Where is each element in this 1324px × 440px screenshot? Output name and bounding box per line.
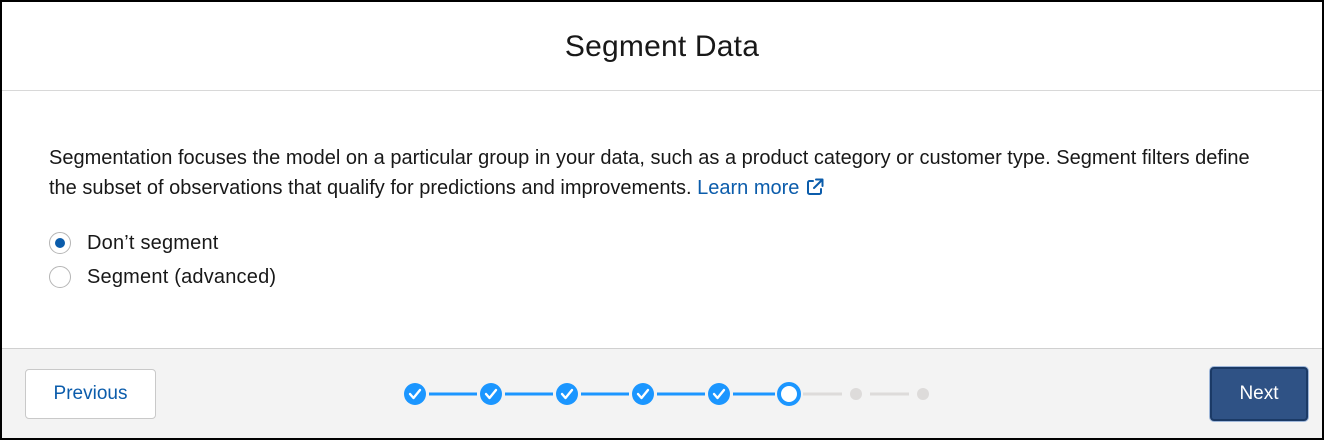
previous-button[interactable]: Previous: [25, 369, 156, 419]
progress-step-complete-icon: [708, 383, 730, 405]
learn-more-label: Learn more: [697, 177, 800, 199]
learn-more-link[interactable]: Learn more: [697, 177, 825, 199]
modal-header: Segment Data: [2, 2, 1322, 91]
radio-option-segment-advanced[interactable]: Segment (advanced): [49, 260, 1322, 294]
segment-data-modal: Segment Data Segmentation focuses the mo…: [0, 0, 1324, 440]
progress-step-incomplete: [850, 388, 862, 400]
description-text: Segmentation focuses the model on a part…: [49, 147, 1250, 199]
next-button[interactable]: Next: [1210, 367, 1308, 421]
segmentation-description: Segmentation focuses the model on a part…: [49, 143, 1264, 206]
segment-radio-group: Don’t segment Segment (advanced): [49, 226, 1322, 294]
progress-step-complete-icon: [404, 383, 426, 405]
radio-label-segment-advanced: Segment (advanced): [87, 265, 277, 288]
progress-step-incomplete: [917, 388, 929, 400]
radio-button-dont-segment[interactable]: [49, 232, 71, 254]
modal-body: Segmentation focuses the model on a part…: [2, 91, 1322, 346]
progress-indicator: [404, 382, 929, 406]
progress-step-complete-icon: [632, 383, 654, 405]
progress-step-complete-icon: [480, 383, 502, 405]
progress-step-complete-icon: [556, 383, 578, 405]
radio-button-segment-advanced[interactable]: [49, 266, 71, 288]
radio-label-dont-segment: Don’t segment: [87, 231, 219, 254]
modal-title: Segment Data: [564, 30, 760, 63]
modal-footer: Previous Next: [2, 348, 1322, 438]
external-link-icon: [805, 176, 825, 206]
radio-option-dont-segment[interactable]: Don’t segment: [49, 226, 1322, 260]
progress-step-current: [777, 382, 801, 406]
